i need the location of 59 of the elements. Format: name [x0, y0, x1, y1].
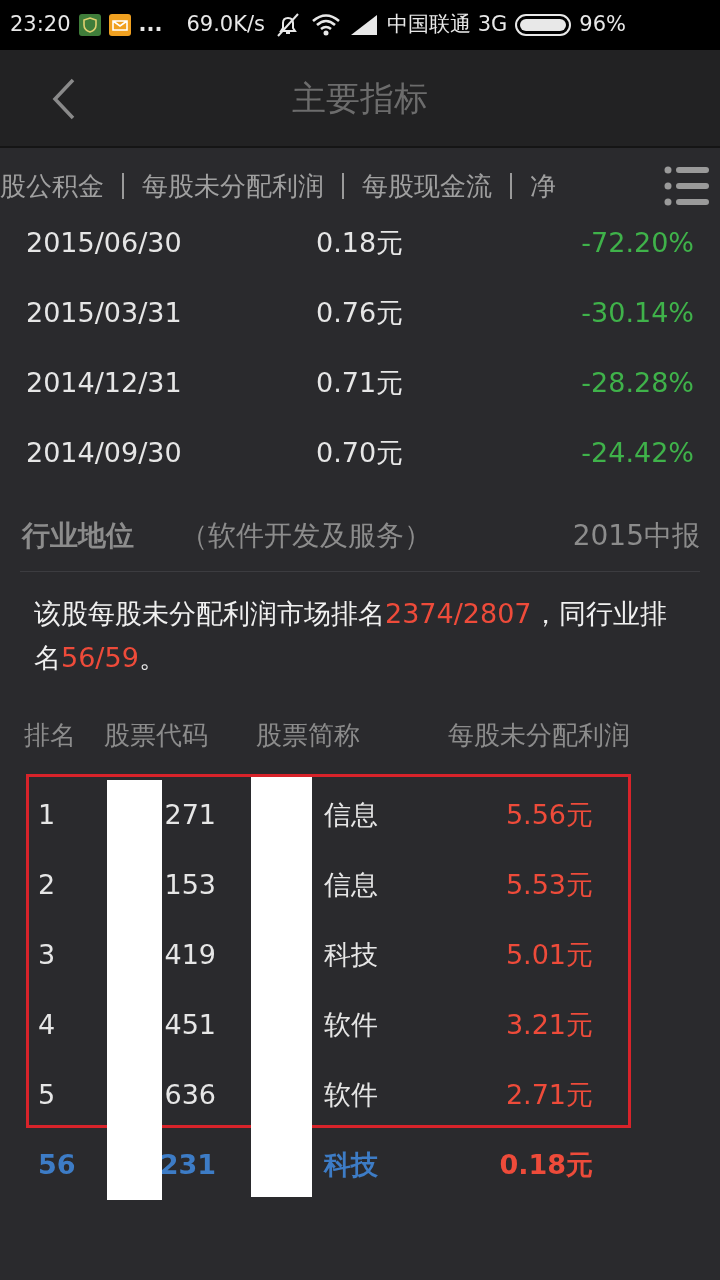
column-header: 排名	[24, 718, 77, 752]
value-cell-text: 0.76元	[316, 295, 405, 330]
indicator-tab[interactable]: 每股现金流	[362, 166, 492, 206]
carrier-name: 中国联通 3G	[387, 11, 508, 39]
value-cell-text: 0.70元	[316, 435, 405, 470]
change-cell-text: -28.28%	[580, 365, 694, 400]
date-cell-text: 2015/06/30	[26, 225, 183, 260]
profit-cell-text: 5.01元	[504, 937, 593, 972]
rank-cell-text: 5	[37, 1077, 57, 1112]
stock-name-cell-text: 信息	[323, 797, 378, 832]
stock-name-cell-text: 科技	[322, 1147, 378, 1182]
more-notifications: ...	[138, 11, 163, 39]
date-cell-text: 2014/09/30	[26, 435, 183, 470]
stock-name-cell-text: 科技	[323, 937, 378, 972]
rank-cell-text: 4	[37, 1007, 57, 1042]
column-header: 每股未分配利润	[447, 718, 631, 752]
date-cell-text: 2015/03/31	[26, 295, 183, 330]
battery-icon	[515, 14, 572, 36]
mail-icon	[108, 14, 131, 36]
rank-cell-text: 1	[37, 797, 57, 832]
battery-percent: 96%	[579, 11, 626, 39]
sector-label: （软件开发及服务）	[180, 517, 433, 554]
stock-code-cell-text: 419	[163, 937, 216, 972]
profit-cell-text: 0.18元	[498, 1147, 593, 1182]
stock-name-cell-text: 信息	[323, 867, 378, 902]
stock-code-cell-text: 271	[163, 797, 216, 832]
rank-cell-text: 3	[37, 937, 57, 972]
change-cell-text: -72.20%	[580, 225, 694, 260]
column-header: 股票代码	[104, 718, 209, 752]
rank-cell-text: 56	[37, 1147, 77, 1182]
column-header: 股票简称	[256, 718, 361, 752]
screen-title: 主要指标	[292, 76, 428, 120]
wifi-icon	[311, 13, 341, 37]
section-title: 行业地位	[20, 517, 135, 554]
shield-icon	[78, 14, 101, 36]
change-cell-text: -30.14%	[580, 295, 694, 330]
report-period: 2015中报	[572, 517, 700, 554]
signal-icon	[349, 13, 379, 37]
indicator-tab[interactable]: 股公积金	[0, 166, 104, 206]
stock-code-cell-text: 636	[163, 1077, 216, 1112]
change-cell-text: -24.42%	[580, 435, 694, 470]
profit-cell-text: 5.56元	[504, 797, 593, 832]
value-cell-text: 0.71元	[316, 365, 405, 400]
stock-code-cell-text: 153	[163, 867, 216, 902]
rank-cell-text: 2	[37, 867, 57, 902]
profit-cell-text: 2.71元	[504, 1077, 593, 1112]
stock-code-cell-text: 231	[158, 1147, 216, 1182]
profit-cell-text: 3.21元	[504, 1007, 593, 1042]
stock-name-cell-text: 软件	[323, 1007, 378, 1042]
network-speed: 69.0K/s	[186, 11, 265, 39]
stock-code-cell-text: 451	[163, 1007, 216, 1042]
stock-name-cell-text: 软件	[323, 1077, 378, 1112]
profit-cell-text: 5.53元	[504, 867, 593, 902]
ranking-summary: 该股每股未分配利润市场排名 2374/2807，同行业排名 56/59。	[34, 597, 668, 675]
indicator-tab[interactable]: 净	[530, 166, 556, 206]
indicator-tab[interactable]: 每股未分配利润	[142, 166, 324, 206]
value-cell-text: 0.18元	[316, 225, 405, 260]
date-cell-text: 2014/12/31	[26, 365, 183, 400]
clock: 23:20	[10, 11, 71, 39]
